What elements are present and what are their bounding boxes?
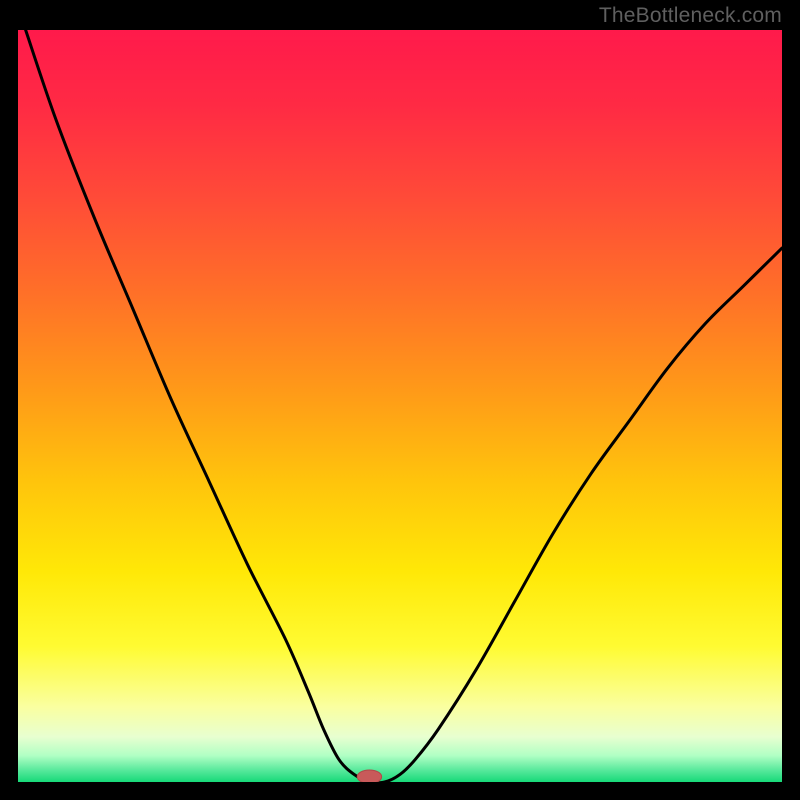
gradient-background — [18, 30, 782, 782]
chart-frame: TheBottleneck.com — [0, 0, 800, 800]
bottleneck-chart-svg — [18, 30, 782, 782]
watermark-text: TheBottleneck.com — [599, 4, 782, 28]
plot-area — [18, 30, 782, 782]
optimal-point-marker — [357, 770, 381, 782]
